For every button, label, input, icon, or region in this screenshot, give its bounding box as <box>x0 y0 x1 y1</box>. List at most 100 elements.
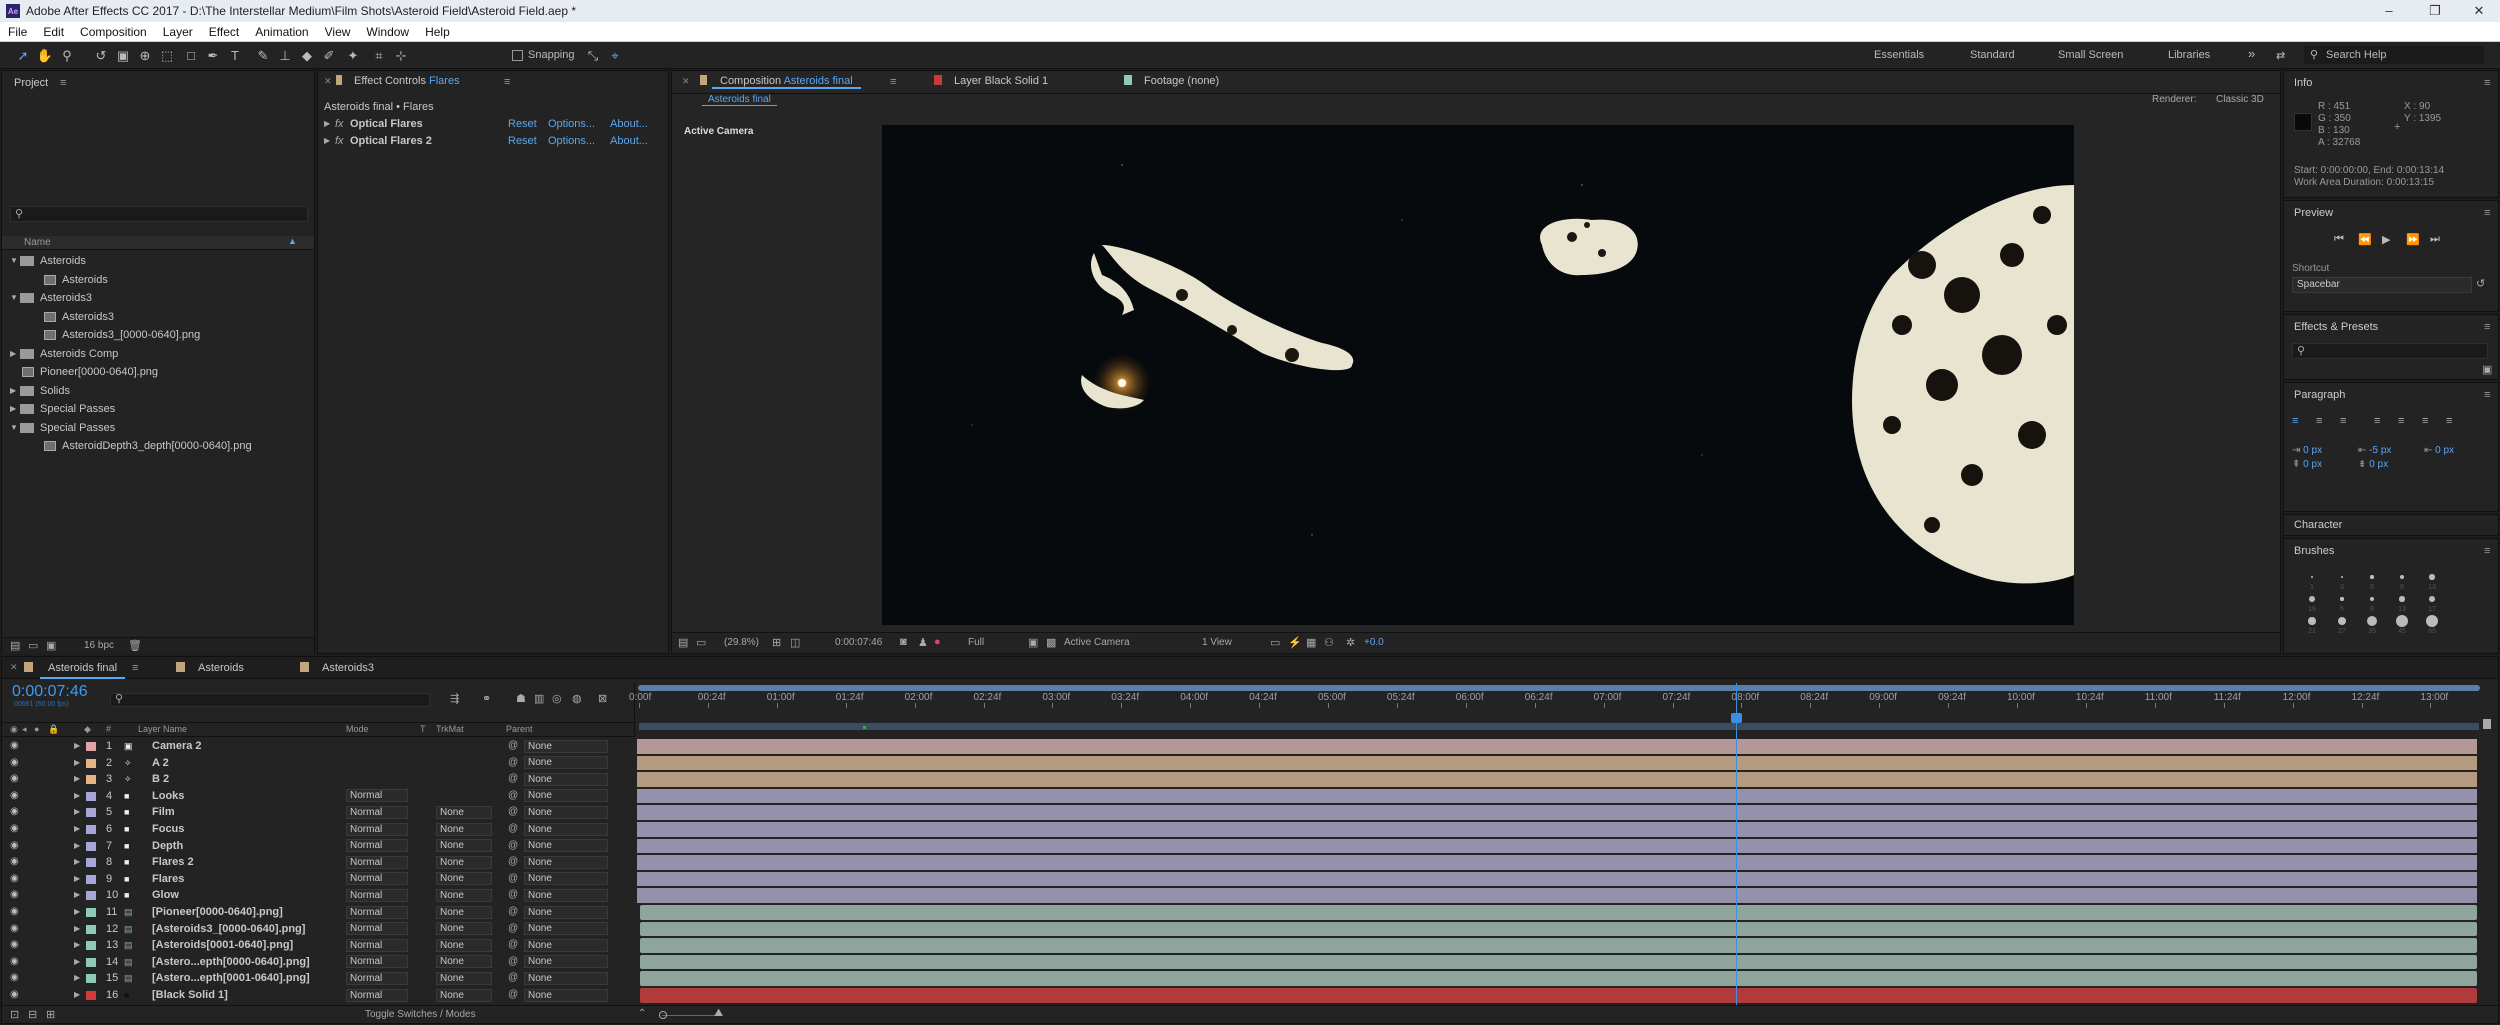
time-ruler[interactable]: 0:00f 00:24f 01:00f 01:24f 02:00f 02:24f 03:00… <box>629 683 2500 737</box>
timeline-tab-asteroids[interactable]: Asteroids <box>190 657 252 679</box>
show-snapshot-icon[interactable]: ♟ <box>918 636 928 649</box>
menu-edit[interactable]: Edit <box>35 25 72 39</box>
align-center-icon[interactable]: ≡ <box>2316 415 2322 427</box>
puppet-tool-icon[interactable]: ✦ <box>344 47 362 65</box>
renderer-value[interactable]: Classic 3D <box>2216 94 2264 105</box>
camera-view-dropdown[interactable]: Active Camera <box>1064 637 1130 648</box>
project-item[interactable]: ▼ Asteroids3 <box>2 289 314 307</box>
layer-duration-bar[interactable] <box>637 838 2477 854</box>
brush-tool-icon[interactable]: ✎ <box>254 47 272 65</box>
region-of-interest-icon[interactable]: ▣ <box>1028 636 1038 649</box>
project-item[interactable]: AsteroidDepth3_depth[0000-0640].png <box>2 437 314 455</box>
zoom-out-icon[interactable]: ⌃ <box>638 1008 646 1019</box>
bit-depth-label[interactable]: 16 bpc <box>84 640 114 651</box>
expand-triangle-icon[interactable]: ▶ <box>10 400 20 418</box>
brush-tip-swatch[interactable] <box>2340 597 2344 601</box>
new-folder-icon[interactable]: ▭ <box>28 639 38 652</box>
channel-icon[interactable]: ● <box>934 636 941 648</box>
brush-tip-swatch[interactable] <box>2369 596 2375 602</box>
mode-column-label[interactable]: Mode <box>346 724 369 734</box>
panel-menu-icon[interactable]: ≡ <box>132 662 138 674</box>
label-column-icon[interactable]: ◆ <box>84 724 91 735</box>
layer-duration-bar[interactable] <box>637 805 2477 820</box>
always-preview-icon[interactable]: ▤ <box>678 636 688 649</box>
snapshot-icon[interactable]: ◙ <box>900 636 907 648</box>
layer-duration-bar[interactable] <box>637 739 2477 754</box>
panel-menu-icon[interactable]: ≡ <box>890 76 896 88</box>
expand-triangle-icon[interactable]: ▶ <box>324 115 330 133</box>
work-area-end-handle[interactable] <box>2483 719 2491 729</box>
roto-brush-tool-icon[interactable]: ✐ <box>320 47 338 65</box>
comp-flowchart-icon[interactable]: ⇶ <box>450 692 459 705</box>
last-frame-icon[interactable]: ⏭ <box>2430 233 2440 246</box>
frame-blending-icon[interactable]: ▥ <box>534 692 544 705</box>
lock-column-icon[interactable]: 🔒 <box>48 724 59 735</box>
indent-left-field[interactable]: ⇥ 0 px <box>2292 445 2322 456</box>
project-item[interactable]: ▼ Asteroids <box>2 252 314 270</box>
panel-menu-icon[interactable]: ≡ <box>2484 389 2490 401</box>
t-column-label[interactable]: T <box>420 724 426 734</box>
camera-tool-icon[interactable]: ▣ <box>114 47 132 65</box>
timeline-tab-asteroids3[interactable]: Asteroids3 <box>314 657 382 679</box>
effects-search-input[interactable]: ⚲ <box>2292 343 2488 359</box>
world-axis-icon[interactable]: ⊹ <box>392 47 410 65</box>
transfer-controls-icon[interactable]: ⊟ <box>28 1008 37 1021</box>
workspace-essentials[interactable]: Essentials <box>1874 49 1924 61</box>
brush-tip-swatch[interactable] <box>2399 574 2405 580</box>
collapse-triangle-icon[interactable]: ▼ <box>10 252 20 270</box>
justify-center-icon[interactable]: ≡ <box>2398 415 2404 427</box>
new-composition-icon[interactable]: ▣ <box>46 639 56 652</box>
menu-composition[interactable]: Composition <box>72 25 155 39</box>
layer-search-input[interactable]: ⚲ <box>110 693 430 707</box>
space-after-field[interactable]: ⇟ 0 px <box>2358 459 2388 470</box>
number-column-label[interactable]: # <box>106 724 111 734</box>
toggle-switches-modes[interactable]: Toggle Switches / Modes <box>365 1009 476 1020</box>
trash-icon[interactable]: 🗑 <box>128 639 142 652</box>
snap-icon[interactable]: ⤡ <box>584 47 602 65</box>
menu-animation[interactable]: Animation <box>247 25 316 39</box>
expand-triangle-icon[interactable]: ▶ <box>10 382 20 400</box>
align-right-icon[interactable]: ≡ <box>2340 415 2346 427</box>
layer-switches-icon[interactable]: ⊡ <box>10 1008 19 1021</box>
project-item[interactable]: ▼ Special Passes <box>2 419 314 437</box>
next-frame-icon[interactable]: ⏩ <box>2406 233 2420 246</box>
layer-duration-bar[interactable] <box>640 988 2477 1003</box>
previous-frame-icon[interactable]: ⏪ <box>2358 233 2372 246</box>
indent-right-field[interactable]: ⇤ 0 px <box>2424 445 2454 456</box>
layer-duration-bar[interactable] <box>637 871 2477 887</box>
monitor-icon[interactable]: ▭ <box>696 636 706 649</box>
visibility-column-icon[interactable]: ◉ <box>10 724 18 735</box>
breadcrumb-comp[interactable]: Asteroids final <box>702 94 777 106</box>
close-button[interactable]: ✕ <box>2456 0 2500 22</box>
effect-row[interactable]: ▶ fx Optical Flares Reset Options... Abo… <box>318 115 668 133</box>
viewer-timecode[interactable]: 0:00:07:46 <box>835 637 882 648</box>
name-column-label[interactable]: Name <box>24 237 51 248</box>
project-item[interactable]: Asteroids3_[0000-0640].png <box>2 326 314 344</box>
brush-tip-swatch[interactable] <box>2426 615 2438 627</box>
collapse-triangle-icon[interactable]: ▼ <box>10 419 20 437</box>
layer-tab[interactable]: Layer Black Solid 1 <box>946 73 1056 89</box>
panel-menu-icon[interactable]: ≡ <box>60 77 66 89</box>
work-area-bar[interactable] <box>639 723 2479 730</box>
brush-tip-swatch[interactable] <box>2308 595 2316 603</box>
about-link[interactable]: About... <box>610 132 648 150</box>
reset-link[interactable]: Reset <box>508 115 537 133</box>
search-help-input[interactable]: ⚲ Search Help <box>2304 46 2484 64</box>
audio-column-icon[interactable]: ◂ <box>22 724 27 735</box>
marquee-tool-icon[interactable]: ⬚ <box>158 47 176 65</box>
project-item[interactable]: Pioneer[0000-0640].png <box>2 363 314 381</box>
menu-file[interactable]: File <box>0 25 35 39</box>
exposure-value[interactable]: +0.0 <box>1364 637 1384 648</box>
brush-tip-swatch[interactable] <box>2428 595 2436 603</box>
justify-right-icon[interactable]: ≡ <box>2422 415 2428 427</box>
space-before-field[interactable]: ⇞ 0 px <box>2292 459 2322 470</box>
motion-blur-icon[interactable]: ◎ <box>552 692 562 705</box>
first-line-indent-field[interactable]: ⇤ -5 px <box>2358 445 2391 456</box>
playhead-handle[interactable] <box>1731 713 1743 723</box>
menu-view[interactable]: View <box>317 25 359 39</box>
rectangle-tool-icon[interactable]: □ <box>182 47 200 65</box>
align-left-icon[interactable]: ≡ <box>2292 415 2298 427</box>
project-item[interactable]: ▶ Asteroids Comp <box>2 345 314 363</box>
project-item[interactable]: Asteroids <box>2 271 314 289</box>
graph-toggle-icon[interactable]: ⊠ <box>598 692 607 705</box>
